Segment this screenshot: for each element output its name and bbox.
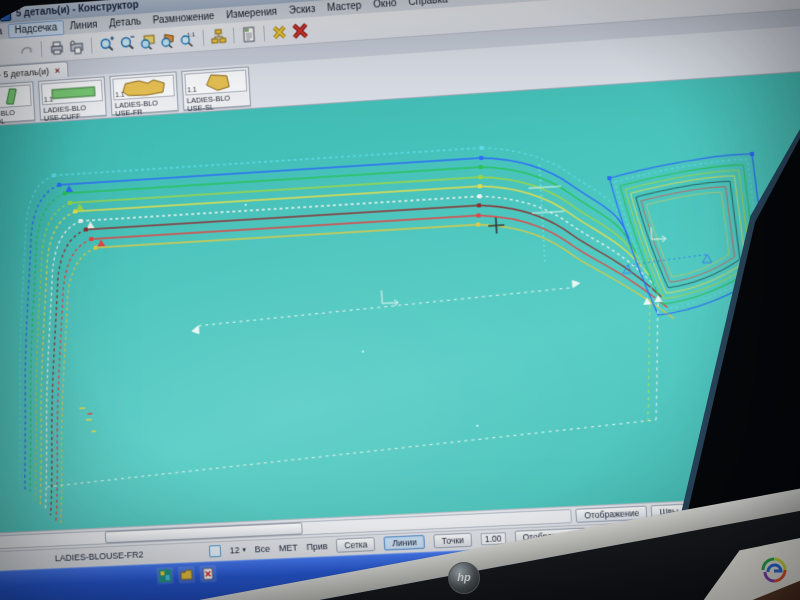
delete-notch-icon[interactable] xyxy=(270,23,289,42)
taskbar-doc-icon[interactable] xyxy=(199,565,217,583)
tab-close-icon[interactable]: × xyxy=(54,65,60,75)
app-icon xyxy=(0,8,12,22)
pattern-svg xyxy=(0,69,800,535)
taskbar-folder-icon[interactable] xyxy=(177,566,196,584)
status-met[interactable]: МЕТ xyxy=(279,543,298,554)
toolbar-separator xyxy=(232,27,235,44)
toolbar-separator xyxy=(90,38,93,54)
size-selector[interactable]: 12 ▾ xyxy=(229,545,246,556)
pieces-scheme-icon[interactable] xyxy=(209,27,228,46)
chevron-down-icon: ▾ xyxy=(242,547,247,555)
report-icon[interactable] xyxy=(240,25,259,44)
undo-icon[interactable] xyxy=(17,41,35,60)
piece-card-cuff[interactable]: 1.1 LADIES-BLO USE-CUFF xyxy=(37,76,107,122)
toolbar-separator xyxy=(40,41,43,58)
piece-scale: 1.1 xyxy=(43,96,54,105)
status-checkbox[interactable] xyxy=(208,545,222,558)
points-toggle[interactable]: Точки xyxy=(433,533,473,549)
delete-icon[interactable] xyxy=(291,22,310,41)
piece-card-fr[interactable]: 1.1 LADIES-BLO USE-FR xyxy=(109,71,179,118)
menu-item-master[interactable]: Мастер xyxy=(321,0,368,15)
photo-of-monitor: 5 деталь(и) - Конструктор Правка Надсечк… xyxy=(0,0,800,600)
piece-card-sl[interactable]: 1.1 LADIES-BLO USE-SL xyxy=(181,66,252,113)
current-piece-name: LADIES-BLOUSE-FR2 xyxy=(54,549,144,564)
print-icon[interactable] xyxy=(47,39,65,58)
menu-item-liniya[interactable]: Линия xyxy=(64,18,104,34)
menu-item-okno[interactable]: Окно xyxy=(367,0,403,12)
piece-thumbnail: 1.1 xyxy=(41,79,103,106)
zoom-piece-icon[interactable] xyxy=(159,31,178,50)
rainbow-spiral-logo-icon xyxy=(761,557,787,583)
zoom-in-icon[interactable] xyxy=(97,35,115,54)
pattern-canvas[interactable] xyxy=(0,68,800,535)
lines-toggle[interactable]: Линии xyxy=(383,535,426,552)
grid-toggle[interactable]: Сетка xyxy=(336,537,376,554)
zoom-1-1-icon[interactable]: 1:1 xyxy=(179,30,198,49)
status-priv[interactable]: Прив xyxy=(306,542,328,553)
piece-card-col[interactable]: 1.1 LADIES-BLOUSE-COL xyxy=(0,81,36,127)
size-value: 12 xyxy=(229,545,240,556)
piece-thumbnail: 1.1 xyxy=(112,74,175,101)
plot-icon[interactable] xyxy=(67,38,85,57)
piece-thumbnail: 1.1 xyxy=(0,84,32,111)
menu-item-detal[interactable]: Деталь xyxy=(103,15,147,31)
zoom-window-icon[interactable] xyxy=(138,32,156,51)
toolbar-separator xyxy=(202,30,205,46)
monitor-brand-logo: hp xyxy=(448,562,480,594)
taskbar-app-icon[interactable] xyxy=(156,567,174,585)
piece-scale: 1.1 xyxy=(187,86,197,95)
piece-thumbnail: 1.1 xyxy=(184,69,248,96)
status-all[interactable]: Все xyxy=(255,544,271,555)
sleeve-contours xyxy=(606,152,771,318)
piece-scale: 1.1 xyxy=(115,91,125,100)
menu-item-eskiz[interactable]: Эскиз xyxy=(283,2,322,18)
brand-logo-text: hp xyxy=(457,572,471,584)
toolbar-separator xyxy=(263,25,266,42)
zoom-out-icon[interactable] xyxy=(118,34,136,53)
guide-lines xyxy=(31,154,723,487)
grading-contours xyxy=(3,135,684,528)
